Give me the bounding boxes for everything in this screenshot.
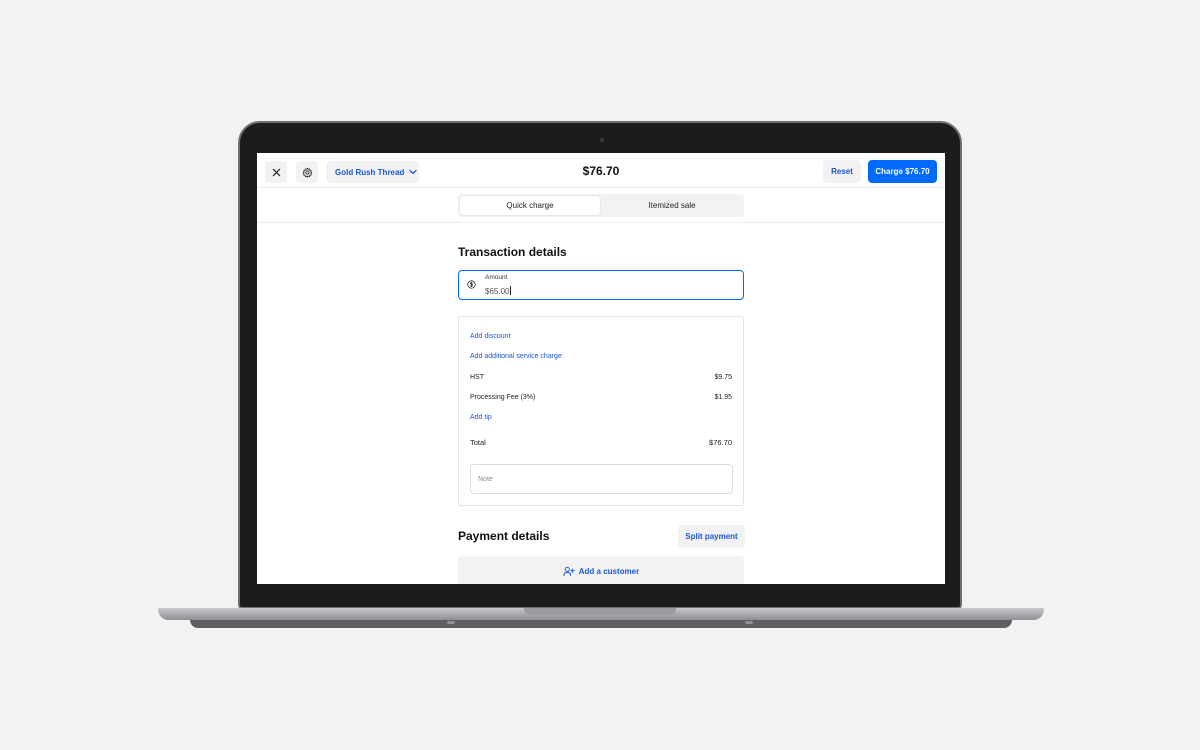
total-label: Total <box>470 438 486 447</box>
add-customer-label: Add a customer <box>578 566 640 576</box>
add-user-icon <box>563 566 575 576</box>
top-bar: Gold Rush Thread $76.70 Reset Charge $76… <box>257 153 945 188</box>
summary-card: Add discount Add additional service char… <box>458 316 744 506</box>
payment-details-title: Payment details <box>458 529 550 543</box>
laptop-foot-left <box>447 621 455 624</box>
transaction-details-title: Transaction details <box>458 245 567 259</box>
text-caret <box>510 286 512 295</box>
processing-fee-label: Processing Fee (3%) <box>470 394 536 401</box>
segmented-control: Quick charge Itemized sale <box>458 194 744 217</box>
processing-fee-value: $1.95 <box>714 394 732 401</box>
split-payment-button[interactable]: Split payment <box>678 525 745 548</box>
dollar-circle-icon <box>467 280 476 289</box>
amount-value-wrap: $65.00 <box>485 286 512 296</box>
tab-quick-charge[interactable]: Quick charge <box>460 196 600 215</box>
reset-button[interactable]: Reset <box>823 160 861 183</box>
tab-bar: Quick charge Itemized sale <box>257 188 945 223</box>
camera-dot <box>600 138 604 142</box>
note-input[interactable]: Note <box>470 464 733 494</box>
laptop-base-shadow <box>190 620 1012 628</box>
add-service-charge-link[interactable]: Add additional service charge <box>470 353 562 360</box>
add-tip-link[interactable]: Add tip <box>470 414 492 421</box>
hst-label: HST <box>470 374 484 381</box>
amount-input[interactable]: Amount $65.00 <box>458 270 744 300</box>
tab-itemized-sale[interactable]: Itemized sale <box>602 196 742 215</box>
charge-button[interactable]: Charge $76.70 <box>868 160 937 183</box>
hst-value: $9.75 <box>714 374 732 381</box>
amount-label: Amount <box>485 274 508 281</box>
laptop-base-notch <box>524 608 676 615</box>
app-screen: Gold Rush Thread $76.70 Reset Charge $76… <box>257 153 945 584</box>
laptop-foot-right <box>745 621 753 624</box>
stage: Gold Rush Thread $76.70 Reset Charge $76… <box>0 0 1200 750</box>
amount-value: $65.00 <box>485 287 510 296</box>
total-value: $76.70 <box>709 438 732 447</box>
add-discount-link[interactable]: Add discount <box>470 333 510 340</box>
add-customer-button[interactable]: Add a customer <box>458 556 744 584</box>
